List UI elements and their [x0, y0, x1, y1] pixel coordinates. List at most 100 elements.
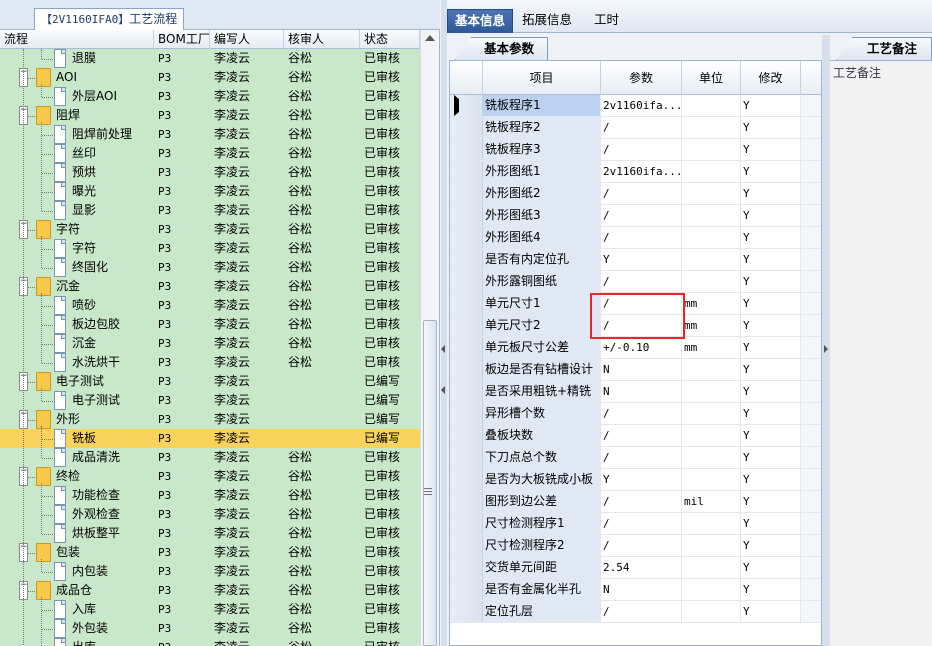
- modify-cell[interactable]: Y: [741, 183, 801, 204]
- grid-row[interactable]: 图形到边公差 / mil Y: [450, 491, 821, 513]
- param-cell[interactable]: Y: [601, 249, 682, 270]
- tree-row[interactable]: − 终检 P3 李凌云 谷松 已审核: [0, 467, 420, 486]
- param-cell[interactable]: N: [601, 359, 682, 380]
- item-cell[interactable]: 尺寸检测程序2: [483, 535, 601, 556]
- row-selector[interactable]: [450, 469, 483, 490]
- tree-row[interactable]: 终固化 P3 李凌云 谷松 已审核: [0, 258, 420, 277]
- row-selector[interactable]: [450, 139, 483, 160]
- panel-splitter[interactable]: [441, 0, 447, 646]
- row-selector[interactable]: [450, 601, 483, 622]
- grid-row[interactable]: 外形图纸3/ Y: [450, 205, 821, 227]
- collapse-left-icon[interactable]: [441, 345, 445, 353]
- grid-row[interactable]: 异形槽个数 / Y: [450, 403, 821, 425]
- row-selector[interactable]: [450, 557, 483, 578]
- row-selector[interactable]: [450, 205, 483, 226]
- col-header-param[interactable]: 参数: [601, 61, 682, 95]
- tree-row[interactable]: 成品清洗 P3 李凌云 谷松 已审核: [0, 448, 420, 467]
- tab-basic-info[interactable]: 基本信息: [447, 9, 514, 33]
- grid-row[interactable]: 是否采用粗铣+精铣 N Y: [450, 381, 821, 403]
- tree-row[interactable]: 外层AOI P3 李凌云 谷松 已审核: [0, 87, 420, 106]
- modify-cell[interactable]: Y: [741, 117, 801, 138]
- item-cell[interactable]: 是否有内定位孔: [483, 249, 601, 270]
- item-cell[interactable]: 叠板块数: [483, 425, 601, 446]
- param-cell[interactable]: /: [601, 271, 682, 292]
- row-selector[interactable]: [450, 249, 483, 270]
- col-header-factory[interactable]: BOM工厂: [154, 30, 210, 49]
- modify-cell[interactable]: Y: [741, 425, 801, 446]
- unit-cell[interactable]: [682, 249, 741, 270]
- tree-row[interactable]: 显影 P3 李凌云 谷松 已审核: [0, 201, 420, 220]
- modify-cell[interactable]: Y: [741, 337, 801, 358]
- param-cell[interactable]: /: [601, 425, 682, 446]
- modify-cell[interactable]: Y: [741, 381, 801, 402]
- modify-cell[interactable]: Y: [741, 601, 801, 622]
- param-cell[interactable]: Y: [601, 469, 682, 490]
- param-cell[interactable]: /: [601, 227, 682, 248]
- tab-work-hours[interactable]: 工时: [587, 9, 626, 33]
- grid-row[interactable]: 外形图纸1 2v1160ifa... Y: [450, 161, 821, 183]
- tree-row[interactable]: 入库 P3 李凌云 谷松 已审核: [0, 600, 420, 619]
- modify-cell[interactable]: Y: [741, 513, 801, 534]
- tree-row[interactable]: 外包装 P3 李凌云 谷松 已审核: [0, 619, 420, 638]
- param-cell[interactable]: /: [601, 293, 682, 314]
- note-area[interactable]: 工艺备注: [830, 60, 932, 646]
- param-cell[interactable]: /: [601, 447, 682, 468]
- item-cell[interactable]: 外形图纸1: [483, 161, 601, 182]
- param-cell[interactable]: /: [601, 403, 682, 424]
- row-selector[interactable]: [450, 337, 483, 358]
- modify-cell[interactable]: Y: [741, 579, 801, 600]
- tree-scrollbar[interactable]: [420, 30, 439, 646]
- param-cell[interactable]: /: [601, 315, 682, 336]
- modify-cell[interactable]: Y: [741, 227, 801, 248]
- modify-cell[interactable]: Y: [741, 139, 801, 160]
- unit-cell[interactable]: [682, 381, 741, 402]
- tree-row[interactable]: − 字符 P3 李凌云 谷松 已审核: [0, 220, 420, 239]
- col-header-status[interactable]: 状态: [360, 30, 420, 49]
- tree-row[interactable]: 预烘 P3 李凌云 谷松 已审核: [0, 163, 420, 182]
- scroll-thumb[interactable]: [423, 320, 437, 646]
- tree-row[interactable]: 曝光 P3 李凌云 谷松 已审核: [0, 182, 420, 201]
- row-selector[interactable]: [450, 447, 483, 468]
- grid-row[interactable]: 是否有内定位孔 Y Y: [450, 249, 821, 271]
- grid-row[interactable]: 尺寸检测程序1/ Y: [450, 513, 821, 535]
- unit-cell[interactable]: [682, 447, 741, 468]
- unit-cell[interactable]: [682, 271, 741, 292]
- tree-row[interactable]: − 电子测试 P3 李凌云 已编写: [0, 372, 420, 391]
- tree-row[interactable]: 电子测试 P3 李凌云 已编写: [0, 391, 420, 410]
- item-cell[interactable]: 下刀点总个数: [483, 447, 601, 468]
- tab-basic-params[interactable]: 基本参数: [455, 37, 548, 60]
- grid-row[interactable]: 是否为大板铣成小板 Y Y: [450, 469, 821, 491]
- grid-row[interactable]: 单元板尺寸公差 +/-0.10 mm Y: [450, 337, 821, 359]
- item-cell[interactable]: 是否采用粗铣+精铣: [483, 381, 601, 402]
- unit-cell[interactable]: [682, 579, 741, 600]
- tree-row[interactable]: 烘板整平 P3 李凌云 谷松 已审核: [0, 524, 420, 543]
- row-selector[interactable]: [450, 161, 483, 182]
- tree-row[interactable]: 沉金 P3 李凌云 谷松 已审核: [0, 334, 420, 353]
- unit-cell[interactable]: mm: [682, 293, 741, 314]
- grid-row[interactable]: 板边是否有钻槽设计 N Y: [450, 359, 821, 381]
- grid-row[interactable]: 是否有金属化半孔 N Y: [450, 579, 821, 601]
- param-cell[interactable]: /: [601, 205, 682, 226]
- row-selector[interactable]: [450, 381, 483, 402]
- param-cell[interactable]: /: [601, 183, 682, 204]
- row-selector[interactable]: [450, 271, 483, 292]
- tree-row[interactable]: − 成品仓 P3 李凌云 谷松 已审核: [0, 581, 420, 600]
- item-cell[interactable]: 铣板程序2: [483, 117, 601, 138]
- row-selector[interactable]: [450, 95, 483, 116]
- unit-cell[interactable]: [682, 425, 741, 446]
- modify-cell[interactable]: Y: [741, 469, 801, 490]
- tree-row[interactable]: − 阻焊 P3 李凌云 谷松 已审核: [0, 106, 420, 125]
- grid-row[interactable]: 定位孔层 / Y: [450, 601, 821, 623]
- col-header-unit[interactable]: 单位: [682, 61, 741, 95]
- tree-row[interactable]: 水洗烘干 P3 李凌云 谷松 已审核: [0, 353, 420, 372]
- row-selector[interactable]: [450, 513, 483, 534]
- param-cell[interactable]: N: [601, 579, 682, 600]
- row-selector[interactable]: [450, 403, 483, 424]
- unit-cell[interactable]: [682, 513, 741, 534]
- modify-cell[interactable]: Y: [741, 271, 801, 292]
- modify-cell[interactable]: Y: [741, 535, 801, 556]
- modify-cell[interactable]: Y: [741, 359, 801, 380]
- item-cell[interactable]: 外形图纸3: [483, 205, 601, 226]
- unit-cell[interactable]: [682, 95, 741, 116]
- modify-cell[interactable]: Y: [741, 557, 801, 578]
